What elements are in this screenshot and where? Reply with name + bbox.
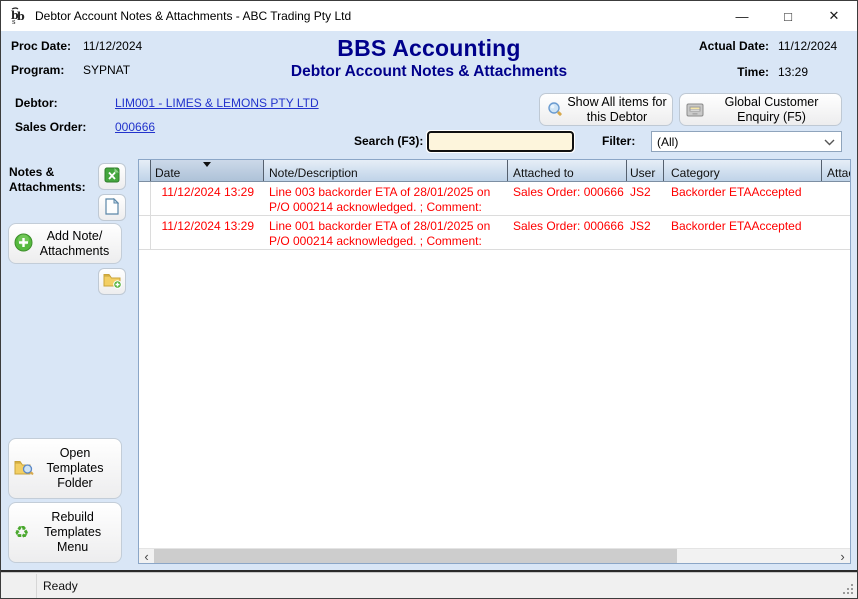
status-bar: Ready bbox=[1, 570, 857, 598]
notes-table: Date Note/Description Attached to User C… bbox=[138, 159, 851, 564]
cell-description: Line 003 backorder ETA of 28/01/2025 on … bbox=[264, 182, 508, 215]
magnifier-icon bbox=[544, 101, 566, 118]
sales-order-link[interactable]: 000666 bbox=[115, 120, 155, 134]
add-folder-button[interactable] bbox=[98, 268, 126, 295]
scrollbar-thumb[interactable] bbox=[154, 549, 677, 564]
new-document-button[interactable] bbox=[98, 194, 126, 221]
minimize-button[interactable]: — bbox=[719, 1, 765, 31]
actual-date-label: Actual Date: bbox=[699, 39, 769, 53]
folder-search-icon bbox=[14, 459, 34, 479]
svg-text:s: s bbox=[12, 18, 16, 25]
svg-text:b: b bbox=[17, 10, 25, 23]
app-window: b b s Debtor Account Notes & Attachments… bbox=[0, 0, 858, 599]
search-input[interactable] bbox=[427, 131, 574, 152]
table-row[interactable]: 11/12/2024 13:29 Line 003 backorder ETA … bbox=[139, 182, 850, 216]
cell-description: Line 001 backorder ETA of 28/01/2025 on … bbox=[264, 216, 508, 249]
debtor-label: Debtor: bbox=[15, 96, 115, 110]
table-header-row: Date Note/Description Attached to User C… bbox=[139, 160, 850, 182]
row-selector-header bbox=[139, 160, 151, 181]
column-header-date[interactable]: Date bbox=[151, 160, 264, 181]
titlebar: b b s Debtor Account Notes & Attachments… bbox=[1, 1, 857, 31]
cell-attached-to: Sales Order: 000666 bbox=[508, 216, 627, 249]
sales-order-label: Sales Order: bbox=[15, 120, 115, 134]
global-customer-enquiry-button[interactable]: Global Customer Enquiry (F5) bbox=[679, 93, 842, 126]
cell-category: Backorder ETAAccepted bbox=[664, 182, 822, 215]
add-note-attachments-button[interactable]: Add Note/ Attachments bbox=[8, 223, 122, 264]
row-selector[interactable] bbox=[139, 216, 151, 249]
cell-user: JS2 bbox=[627, 182, 664, 215]
filter-label: Filter: bbox=[602, 134, 635, 148]
chevron-down-icon bbox=[824, 135, 835, 149]
screen-title: Debtor Account Notes & Attachments bbox=[1, 63, 857, 81]
global-customer-enquiry-label: Global Customer Enquiry (F5) bbox=[706, 95, 837, 125]
table-row[interactable]: 11/12/2024 13:29 Line 001 backorder ETA … bbox=[139, 216, 850, 250]
search-label: Search (F3): bbox=[354, 134, 423, 148]
maximize-button[interactable]: □ bbox=[765, 1, 811, 31]
open-templates-folder-button[interactable]: Open Templates Folder bbox=[8, 438, 122, 499]
status-text: Ready bbox=[43, 579, 78, 593]
debtor-link[interactable]: LIM001 - LIMES & LEMONS PTY LTD bbox=[115, 96, 319, 110]
notes-attachments-label: Notes & Attachments: bbox=[9, 165, 95, 195]
add-note-attachments-label: Add Note/ Attachments bbox=[33, 229, 116, 259]
cell-user: JS2 bbox=[627, 216, 664, 249]
folder-plus-icon bbox=[103, 272, 122, 292]
sort-descending-icon bbox=[203, 162, 211, 167]
resize-grip-icon[interactable] bbox=[851, 592, 853, 594]
rebuild-templates-menu-label: Rebuild Templates Menu bbox=[29, 510, 116, 555]
cell-date: 11/12/2024 13:29 bbox=[151, 216, 264, 249]
recycle-icon: ♻ bbox=[14, 524, 29, 541]
actual-date-value: 11/12/2024 bbox=[778, 39, 844, 53]
column-header-note-description[interactable]: Note/Description bbox=[264, 160, 508, 181]
spreadsheet-icon bbox=[104, 167, 120, 186]
scroll-left-icon[interactable]: ‹ bbox=[139, 549, 154, 564]
show-all-items-label: Show All items for this Debtor bbox=[566, 95, 668, 125]
time-value: 13:29 bbox=[778, 65, 844, 79]
open-templates-folder-label: Open Templates Folder bbox=[34, 446, 116, 491]
add-icon bbox=[14, 233, 33, 255]
close-button[interactable]: ✕ bbox=[811, 1, 857, 31]
cell-attachments bbox=[822, 216, 850, 249]
filter-selected-value: (All) bbox=[657, 135, 678, 149]
filter-dropdown[interactable]: (All) bbox=[651, 131, 842, 152]
cell-attachments bbox=[822, 182, 850, 215]
column-header-user[interactable]: User bbox=[627, 160, 664, 181]
sales-order-row: Sales Order:000666 bbox=[15, 120, 155, 134]
cell-date: 11/12/2024 13:29 bbox=[151, 182, 264, 215]
row-selector[interactable] bbox=[139, 182, 151, 215]
cell-attached-to: Sales Order: 000666 bbox=[508, 182, 627, 215]
status-left-pane bbox=[1, 574, 37, 598]
show-all-items-button[interactable]: Show All items for this Debtor bbox=[539, 93, 673, 126]
export-spreadsheet-button[interactable] bbox=[98, 163, 126, 190]
scroll-right-icon[interactable]: › bbox=[835, 549, 850, 564]
document-icon bbox=[105, 198, 119, 218]
rebuild-templates-menu-button[interactable]: ♻ Rebuild Templates Menu bbox=[8, 502, 122, 563]
horizontal-scrollbar[interactable]: ‹ › bbox=[139, 548, 850, 563]
cell-category: Backorder ETAAccepted bbox=[664, 216, 822, 249]
column-header-attachments[interactable]: Attachments bbox=[822, 160, 850, 181]
window-title: Debtor Account Notes & Attachments - ABC… bbox=[35, 9, 351, 23]
card-file-icon bbox=[684, 102, 706, 118]
time-label: Time: bbox=[737, 65, 769, 79]
column-header-attached-to[interactable]: Attached to bbox=[508, 160, 627, 181]
app-logo-icon: b b s bbox=[9, 7, 29, 25]
actual-date-row: Actual Date: 11/12/2024 bbox=[699, 39, 844, 53]
time-row: Time: 13:29 bbox=[737, 65, 844, 79]
debtor-row: Debtor:LIM001 - LIMES & LEMONS PTY LTD bbox=[15, 96, 319, 110]
column-header-category[interactable]: Category bbox=[664, 160, 822, 181]
